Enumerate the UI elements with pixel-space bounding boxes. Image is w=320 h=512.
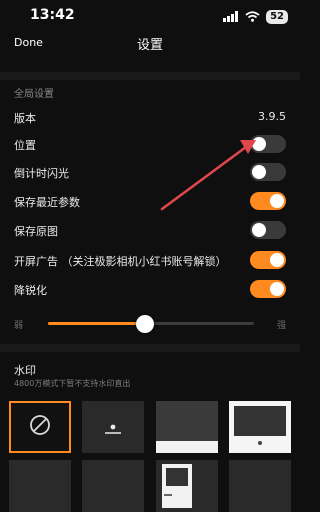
sharpen-reduce-toggle[interactable] [250,280,286,298]
section-divider [0,344,300,352]
toggle-knob [252,165,266,179]
watermark-title: 水印 [14,364,36,377]
status-icons: 52 [223,7,288,26]
watermark-option-plain[interactable] [9,460,71,512]
watermark-note: 4800万模式下暂不支持水印直出 [14,379,131,388]
watermark-option-none[interactable] [9,401,71,453]
sharpen-slider-track[interactable] [48,315,254,333]
save-original-row: 保存原图 [0,216,300,244]
toggle-knob [270,282,284,296]
watermark-option-dot[interactable] [82,401,144,453]
save-original-label: 保存原图 [14,225,58,238]
watermark-option-white-frame[interactable] [229,401,291,453]
watermark-option-plain[interactable] [229,460,291,512]
sharpen-reduce-row: 降锐化 [0,275,300,303]
section-title-global: 全局设置 [14,89,54,100]
watermark-option-plain[interactable] [82,460,144,512]
location-label: 位置 [14,139,36,152]
save-recent-params-row: 保存最近参数 [0,187,300,215]
slider-fill [48,322,145,325]
sharpen-slider-row: 弱 强 [0,310,300,336]
splash-ad-label: 开屏广告 （关注极影相机小红书账号解锁） [14,255,227,268]
splash-ad-row: 开屏广告 （关注极影相机小红书账号解锁） [0,246,300,274]
version-row: 版本 3.9.5 [0,103,300,131]
wifi-icon [245,7,260,26]
countdown-flash-row: 倒计时闪光 [0,158,300,186]
toggle-knob [270,194,284,208]
watermark-option-bottom-bar[interactable] [156,401,218,453]
countdown-flash-label: 倒计时闪光 [14,167,69,180]
countdown-flash-toggle[interactable] [250,163,286,181]
save-original-toggle[interactable] [250,221,286,239]
status-time: 13:42 [30,7,75,23]
status-bar: 13:42 52 [0,0,300,30]
sharpen-reduce-label: 降锐化 [14,284,47,297]
watermark-option-side-card[interactable] [156,460,218,512]
toggle-knob [252,223,266,237]
signal-icon [223,7,239,26]
toggle-knob [270,253,284,267]
section-divider [0,72,300,80]
no-watermark-icon [29,414,51,440]
slider-max-label: 强 [276,321,286,331]
page-title: 设置 [136,38,163,53]
nav-bar: Done 设置 [0,32,300,56]
toggle-knob [252,137,266,151]
location-toggle[interactable] [250,135,286,153]
version-label: 版本 [14,112,36,125]
battery-badge: 52 [266,9,288,24]
save-recent-params-toggle[interactable] [250,192,286,210]
slider-thumb[interactable] [135,315,154,333]
slider-min-label: 弱 [14,321,24,331]
location-row: 位置 [0,130,300,158]
version-value: 3.9.5 [258,110,286,123]
save-recent-params-label: 保存最近参数 [14,196,80,209]
splash-ad-toggle[interactable] [250,251,286,269]
